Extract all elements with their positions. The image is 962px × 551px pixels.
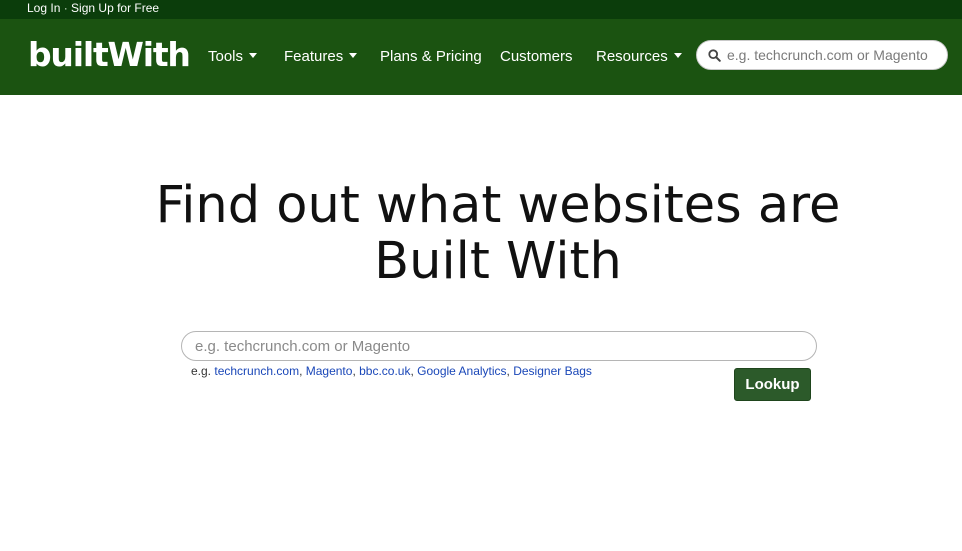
example-link[interactable]: Google Analytics <box>417 364 506 378</box>
caret-down-icon <box>673 52 682 58</box>
example-links: e.g. techcrunch.com, Magento, bbc.co.uk,… <box>191 364 592 378</box>
nav-features[interactable]: Features <box>284 47 358 67</box>
nav-tools-label: Tools <box>208 48 244 65</box>
hero-title-line-1: Find out what websites are <box>155 176 841 235</box>
main-navbar: builtWith Tools Features Plans & Pricing… <box>0 19 962 95</box>
nav-search-input[interactable] <box>727 45 941 65</box>
hero-title: Find out what websites are Built With <box>0 178 962 290</box>
example-link[interactable]: bbc.co.uk <box>359 364 410 378</box>
nav-plans-pricing[interactable]: Plans & Pricing <box>380 47 482 67</box>
examples-prefix: e.g. <box>191 364 215 378</box>
main-search-box <box>181 331 817 361</box>
example-link[interactable]: Magento <box>306 364 353 378</box>
login-link[interactable]: Log In <box>27 1 60 15</box>
nav-resources-label: Resources <box>596 48 668 65</box>
search-icon <box>708 49 721 62</box>
main-search-input[interactable] <box>195 336 803 356</box>
caret-down-icon <box>249 52 258 58</box>
nav-plans-pricing-label: Plans & Pricing <box>380 48 482 65</box>
topbar-separator: · <box>60 1 72 15</box>
signup-link[interactable]: Sign Up for Free <box>71 1 159 15</box>
nav-customers-label: Customers <box>500 48 573 65</box>
nav-resources[interactable]: Resources <box>596 47 682 67</box>
nav-customers[interactable]: Customers <box>500 47 573 67</box>
builtwith-logo[interactable]: builtWith <box>28 33 191 77</box>
nav-search-box <box>696 40 948 70</box>
example-link[interactable]: techcrunch.com <box>214 364 299 378</box>
top-bar: Log In · Sign Up for Free <box>0 0 962 19</box>
nav-tools[interactable]: Tools <box>208 47 258 67</box>
lookup-button[interactable]: Lookup <box>734 368 811 401</box>
caret-down-icon <box>349 52 358 58</box>
example-link[interactable]: Designer Bags <box>513 364 592 378</box>
logo-text: builtWith <box>28 35 191 74</box>
nav-features-label: Features <box>284 48 344 65</box>
hero-title-line-2: Built With <box>374 232 622 291</box>
